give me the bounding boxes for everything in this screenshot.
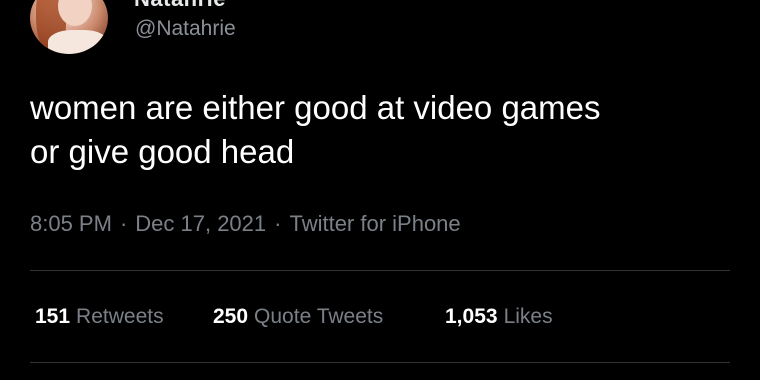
avatar[interactable]: [30, 0, 108, 54]
tweet-time[interactable]: 8:05 PM: [30, 211, 112, 236]
likes-label: Likes: [503, 305, 553, 328]
avatar-shirt: [48, 30, 108, 54]
tweet-date[interactable]: Dec 17, 2021: [135, 211, 266, 236]
tweet-meta: 8:05 PM · Dec 17, 2021 · Twitter for iPhone: [30, 211, 461, 237]
tweet: Natahrie @Natahrie women are either good…: [0, 0, 760, 380]
likes-count: 1,053: [445, 305, 498, 328]
meta-separator: ·: [119, 211, 128, 236]
likes-stat[interactable]: 1,053 Likes: [445, 305, 553, 329]
tweet-text-line: women are either good at video games: [30, 89, 601, 126]
tweet-text-line: or give good head: [30, 133, 295, 170]
quote-tweets-label: Quote Tweets: [254, 305, 384, 328]
retweets-label: Retweets: [76, 305, 164, 328]
retweets-stat[interactable]: 151 Retweets: [35, 305, 164, 329]
quote-tweets-stat[interactable]: 250 Quote Tweets: [213, 305, 383, 329]
tweet-text: women are either good at video games or …: [30, 86, 740, 174]
meta-separator: ·: [274, 211, 282, 236]
divider: [30, 362, 730, 363]
display-name[interactable]: Natahrie: [134, 0, 226, 12]
tweet-source[interactable]: Twitter for iPhone: [289, 211, 460, 236]
quote-tweets-count: 250: [213, 305, 249, 328]
divider: [30, 270, 730, 271]
retweets-count: 151: [35, 305, 71, 328]
user-handle[interactable]: @Natahrie: [135, 17, 236, 41]
